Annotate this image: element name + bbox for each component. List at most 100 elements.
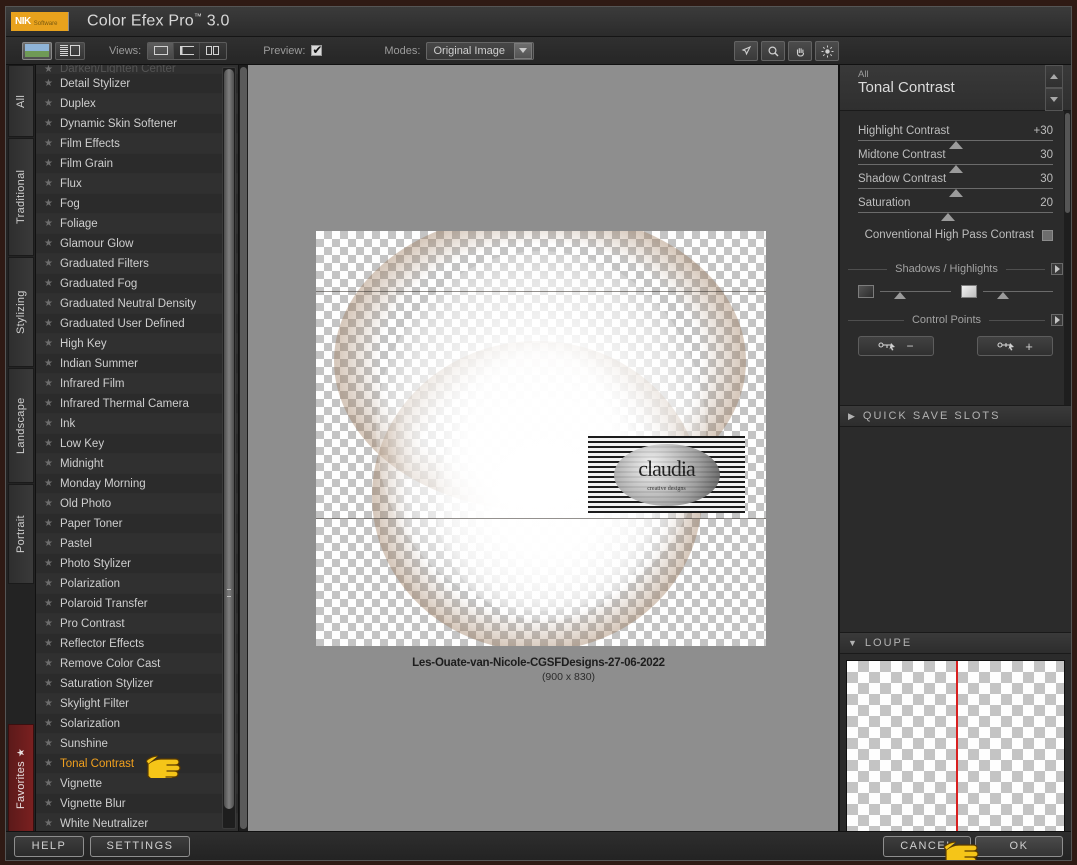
list-item[interactable]: ★ Vignette Blur [36,794,238,814]
list-item[interactable]: ★ Graduated Fog [36,274,238,294]
list-item[interactable]: ★ Fog [36,194,238,214]
list-item[interactable]: ★ Polaroid Transfer [36,594,238,614]
list-item[interactable]: ★ Paper Toner [36,514,238,534]
sidebar-item-landscape[interactable]: Landscape [8,368,34,483]
slider-highlight-contrast[interactable]: Highlight Contrast +30 [840,125,1071,149]
help-button[interactable]: HELP [14,835,84,857]
star-icon[interactable]: ★ [44,638,53,649]
slider-midtone-contrast[interactable]: Midtone Contrast 30 [840,149,1071,173]
remove-control-point-button[interactable]: − [858,336,934,356]
list-item[interactable]: ★ Midnight [36,454,238,474]
list-item-partial[interactable]: ★ Darken/Lighten Center [36,65,238,74]
list-item[interactable]: ★ Pro Contrast [36,614,238,634]
list-item[interactable]: ★ Skylight Filter [36,694,238,714]
slider-track[interactable] [858,164,1053,173]
sidebar-item-favorites[interactable]: Favorites ★ [8,724,34,832]
list-view-icon[interactable] [55,41,85,60]
add-control-point-button[interactable]: + [977,336,1053,356]
list-item[interactable]: ★ Graduated Neutral Density [36,294,238,314]
shadows-slider[interactable] [880,291,951,299]
slider-track[interactable] [858,212,1053,221]
list-item[interactable]: ★ Tonal Contrast [36,754,238,774]
side-by-side-view-icon[interactable] [200,43,226,59]
star-icon[interactable]: ★ [44,678,53,689]
star-icon[interactable]: ★ [44,278,53,289]
highlights-control[interactable] [960,285,1053,299]
star-icon[interactable]: ★ [44,238,53,249]
image-thumb-icon[interactable] [22,41,52,60]
list-item[interactable]: ★ Foliage [36,214,238,234]
single-view-icon[interactable] [148,42,175,59]
expand-control-points-icon[interactable] [1051,314,1063,326]
loupe-lock-button[interactable] [848,860,872,861]
star-icon[interactable]: ★ [44,98,53,109]
list-item[interactable]: ★ Graduated User Defined [36,314,238,334]
star-icon[interactable]: ★ [44,798,53,809]
star-icon[interactable]: ★ [44,298,53,309]
ok-button[interactable]: OK [975,835,1063,857]
slider-thumb[interactable] [948,165,963,173]
list-item[interactable]: ★ Reflector Effects [36,634,238,654]
shadow-swatch[interactable] [858,285,874,298]
list-item[interactable]: ★ Infrared Thermal Camera [36,394,238,414]
list-item[interactable]: ★ Monday Morning [36,474,238,494]
high-pass-checkbox-row[interactable]: Conventional High Pass Contrast [840,229,1071,241]
stepper-up-icon[interactable] [1045,65,1063,88]
list-item[interactable]: ★ High Key [36,334,238,354]
list-item[interactable]: ★ White Neutralizer [36,814,238,831]
scrollbar-thumb[interactable] [240,67,247,829]
star-icon[interactable]: ★ [44,778,53,789]
star-icon[interactable]: ★ [44,538,53,549]
chevron-down-icon[interactable] [514,42,533,59]
list-item[interactable]: ★ Film Effects [36,134,238,154]
list-item[interactable]: ★ Solarization [36,714,238,734]
star-icon[interactable]: ★ [44,578,53,589]
high-pass-checkbox[interactable] [1042,229,1053,241]
preview-area[interactable]: claudia creative designs Les-Ouate-van-N… [239,65,839,831]
preview-scrollbar[interactable] [239,65,248,831]
star-icon[interactable]: ★ [44,318,53,329]
list-item[interactable]: ★ Film Grain [36,154,238,174]
list-item[interactable]: ★ Saturation Stylizer [36,674,238,694]
list-item[interactable]: ★ Old Photo [36,494,238,514]
settings-button[interactable]: SETTINGS [90,835,190,857]
star-icon[interactable]: ★ [44,818,53,829]
list-item[interactable]: ★ Remove Color Cast [36,654,238,674]
star-icon[interactable]: ★ [44,718,53,729]
filter-list-scrollbar[interactable] [222,67,236,829]
panel-scrollbar[interactable] [1064,111,1071,405]
star-icon[interactable]: ★ [44,758,53,769]
slider-shadow-contrast[interactable]: Shadow Contrast 30 [840,173,1071,197]
view-mode-segmented[interactable] [147,41,228,60]
star-icon[interactable]: ★ [44,658,53,669]
list-item[interactable]: ★ Flux [36,174,238,194]
image-canvas[interactable]: claudia creative designs [316,231,766,646]
quick-save-slots-bar[interactable]: ▶ QUICK SAVE SLOTS [840,405,1071,427]
list-item[interactable]: ★ Infrared Film [36,374,238,394]
list-item[interactable]: ★ Graduated Filters [36,254,238,274]
star-icon[interactable]: ★ [44,438,53,449]
loupe-bar[interactable]: ▼ LOUPE [840,632,1071,654]
star-icon[interactable]: ★ [44,618,53,629]
stepper-down-icon[interactable] [1045,88,1063,111]
list-item[interactable]: ★ Dynamic Skin Softener [36,114,238,134]
star-icon[interactable]: ★ [44,138,53,149]
slider-saturation[interactable]: Saturation 20 [840,197,1071,221]
sidebar-item-portrait[interactable]: Portrait [8,484,34,584]
filter-stepper[interactable] [1045,65,1063,111]
slider-thumb[interactable] [948,189,963,197]
list-item[interactable]: ★ Low Key [36,434,238,454]
slider-track[interactable] [858,188,1053,197]
star-icon[interactable]: ★ [44,698,53,709]
list-item[interactable]: ★ Vignette [36,774,238,794]
list-item[interactable]: ★ Indian Summer [36,354,238,374]
expand-shadows-highlights-icon[interactable] [1051,263,1064,275]
preview-checkbox[interactable] [311,43,322,57]
star-icon[interactable]: ★ [44,498,53,509]
star-icon[interactable]: ★ [44,358,53,369]
highlights-slider[interactable] [982,291,1053,299]
cancel-button[interactable]: CANCEL [883,835,971,857]
star-icon[interactable]: ★ [44,398,53,409]
filter-list[interactable]: ★ Darken/Lighten Center ★ Detail Stylizer ★ D… [36,65,239,831]
list-item[interactable]: ★ Detail Stylizer [36,74,238,94]
